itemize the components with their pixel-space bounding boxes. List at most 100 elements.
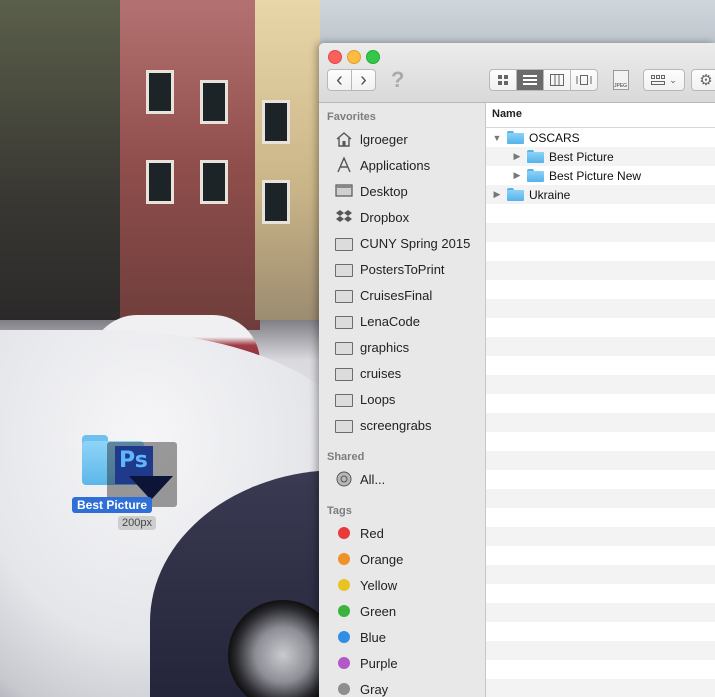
dragged-item-label: Best Picture (72, 497, 153, 513)
list-view-button[interactable] (516, 69, 544, 91)
list-item[interactable]: ▶ Ukraine (486, 185, 715, 204)
zoom-window-button[interactable] (366, 50, 380, 64)
minimize-window-button[interactable] (347, 50, 361, 64)
folder-icon (507, 131, 524, 144)
sidebar-item-label: Purple (360, 655, 398, 671)
folder-icon (335, 237, 353, 251)
icon-view-button[interactable] (489, 69, 517, 91)
tag-orange-dot (338, 553, 350, 565)
building-red-brick (120, 0, 260, 330)
tag-gray-dot (338, 683, 350, 695)
window (146, 70, 174, 114)
sidebar-item-cuny-spring-2015[interactable]: CUNY Spring 2015 (335, 232, 470, 254)
folder-icon (335, 341, 353, 355)
jpeg-file-icon[interactable]: JPEG (613, 70, 629, 90)
disclosure-triangle-collapsed-icon[interactable]: ▶ (512, 151, 522, 162)
sidebar-tag-orange[interactable]: Orange (335, 548, 403, 570)
shared-heading: Shared (327, 451, 365, 463)
home-icon (335, 131, 353, 147)
sidebar-item-desktop[interactable]: Desktop (335, 180, 408, 202)
sidebar-item-cruises[interactable]: cruises (335, 362, 401, 384)
tags-heading: Tags (327, 505, 352, 517)
sidebar-item-loops[interactable]: Loops (335, 388, 395, 410)
forward-button[interactable]: › (351, 69, 376, 91)
window (200, 80, 228, 124)
folder-icon (527, 169, 544, 182)
sidebar-tag-purple[interactable]: Purple (335, 652, 398, 674)
cover-flow-icon (576, 75, 592, 85)
gear-icon: ⚙ (699, 72, 713, 89)
list-item-label: Best Picture (549, 149, 614, 164)
finder-sidebar: Favorites lgroeger Applications Desktop … (319, 103, 486, 697)
column-view-button[interactable] (543, 69, 571, 91)
cover-flow-view-button[interactable] (570, 69, 598, 91)
sidebar-item-lgroeger[interactable]: lgroeger (335, 128, 408, 150)
sidebar-item-label: Loops (360, 391, 396, 407)
columns-icon (550, 74, 564, 86)
action-button[interactable]: ⚙ (691, 69, 715, 91)
sidebar-tag-green[interactable]: Green (335, 600, 396, 622)
window (200, 160, 228, 204)
photoshop-badge-text: Ps (119, 448, 148, 473)
sidebar-item-label: PostersToPrint (360, 261, 445, 277)
finder-toolbar: ‹ › ? JPEG ⌄ ⚙ (319, 43, 715, 103)
window (262, 100, 290, 144)
view-mode-selector (489, 69, 601, 91)
tag-purple-dot (338, 657, 350, 669)
tag-red-dot (338, 527, 350, 539)
folder-icon (527, 150, 544, 163)
window (262, 180, 290, 224)
sidebar-item-cruisesfinal[interactable]: CruisesFinal (335, 284, 432, 306)
list-item[interactable]: ▼ OSCARS (486, 128, 715, 147)
sidebar-item-label: Red (360, 525, 384, 541)
back-button[interactable]: ‹ (327, 69, 352, 91)
folder-icon (335, 393, 353, 407)
chevron-left-icon: ‹ (336, 69, 343, 91)
sidebar-item-posterstoprint[interactable]: PostersToPrint (335, 258, 445, 280)
list-item-label: Best Picture New (549, 168, 642, 183)
sidebar-tag-blue[interactable]: Blue (335, 626, 386, 648)
chevron-down-icon: ⌄ (669, 74, 677, 85)
finder-window: ‹ › ? JPEG ⌄ ⚙ Favorites lgroeger Applic… (319, 43, 715, 697)
help-icon[interactable]: ? (391, 67, 404, 93)
sidebar-item-dropbox[interactable]: Dropbox (335, 206, 409, 228)
list-lines-icon (523, 75, 537, 85)
list-item[interactable]: ▶ Best Picture New (486, 166, 715, 185)
chevron-right-icon: › (360, 69, 367, 91)
disclosure-triangle-collapsed-icon[interactable]: ▶ (492, 189, 502, 200)
sidebar-item-all-shared[interactable]: All... (335, 468, 385, 490)
icon-grid-icon (498, 75, 508, 85)
list-item-label: OSCARS (529, 130, 580, 145)
building-left (0, 0, 140, 320)
sidebar-item-label: Applications (360, 157, 431, 173)
sidebar-item-label: LenaCode (360, 313, 420, 329)
sidebar-item-screengrabs[interactable]: screengrabs (335, 414, 432, 436)
sidebar-item-label: screengrabs (360, 417, 432, 433)
sidebar-tag-gray[interactable]: Gray (335, 678, 388, 697)
list-item[interactable]: ▶ Best Picture (486, 147, 715, 166)
folder-icon (335, 263, 353, 277)
sidebar-item-applications[interactable]: Applications (335, 154, 430, 176)
sidebar-item-label: lgroeger (360, 131, 408, 147)
arrange-button[interactable]: ⌄ (643, 69, 685, 91)
sidebar-tag-red[interactable]: Red (335, 522, 384, 544)
sidebar-item-label: Desktop (360, 183, 408, 199)
sidebar-tag-yellow[interactable]: Yellow (335, 574, 397, 596)
list-item-label: Ukraine (529, 187, 571, 202)
sidebar-item-label: Orange (360, 551, 404, 567)
folder-icon (335, 289, 353, 303)
column-header-name[interactable]: Name (486, 103, 715, 128)
sidebar-item-graphics[interactable]: graphics (335, 336, 409, 358)
tag-yellow-dot (338, 579, 350, 591)
sidebar-item-label: Yellow (360, 577, 398, 593)
dragged-folder[interactable]: Ps Best Picture 200px (72, 430, 182, 535)
sidebar-item-lenacode[interactable]: LenaCode (335, 310, 420, 332)
jpeg-icon-label: JPEG (614, 83, 628, 89)
disclosure-triangle-collapsed-icon[interactable]: ▶ (512, 170, 522, 181)
folder-icon (507, 188, 524, 201)
close-window-button[interactable] (328, 50, 342, 64)
file-list: Name ▼ OSCARS ▶ Best Picture ▶ Best Pict… (486, 103, 715, 697)
network-icon (335, 471, 353, 487)
sidebar-item-label: Green (360, 603, 397, 619)
disclosure-triangle-expanded-icon[interactable]: ▼ (492, 133, 502, 143)
